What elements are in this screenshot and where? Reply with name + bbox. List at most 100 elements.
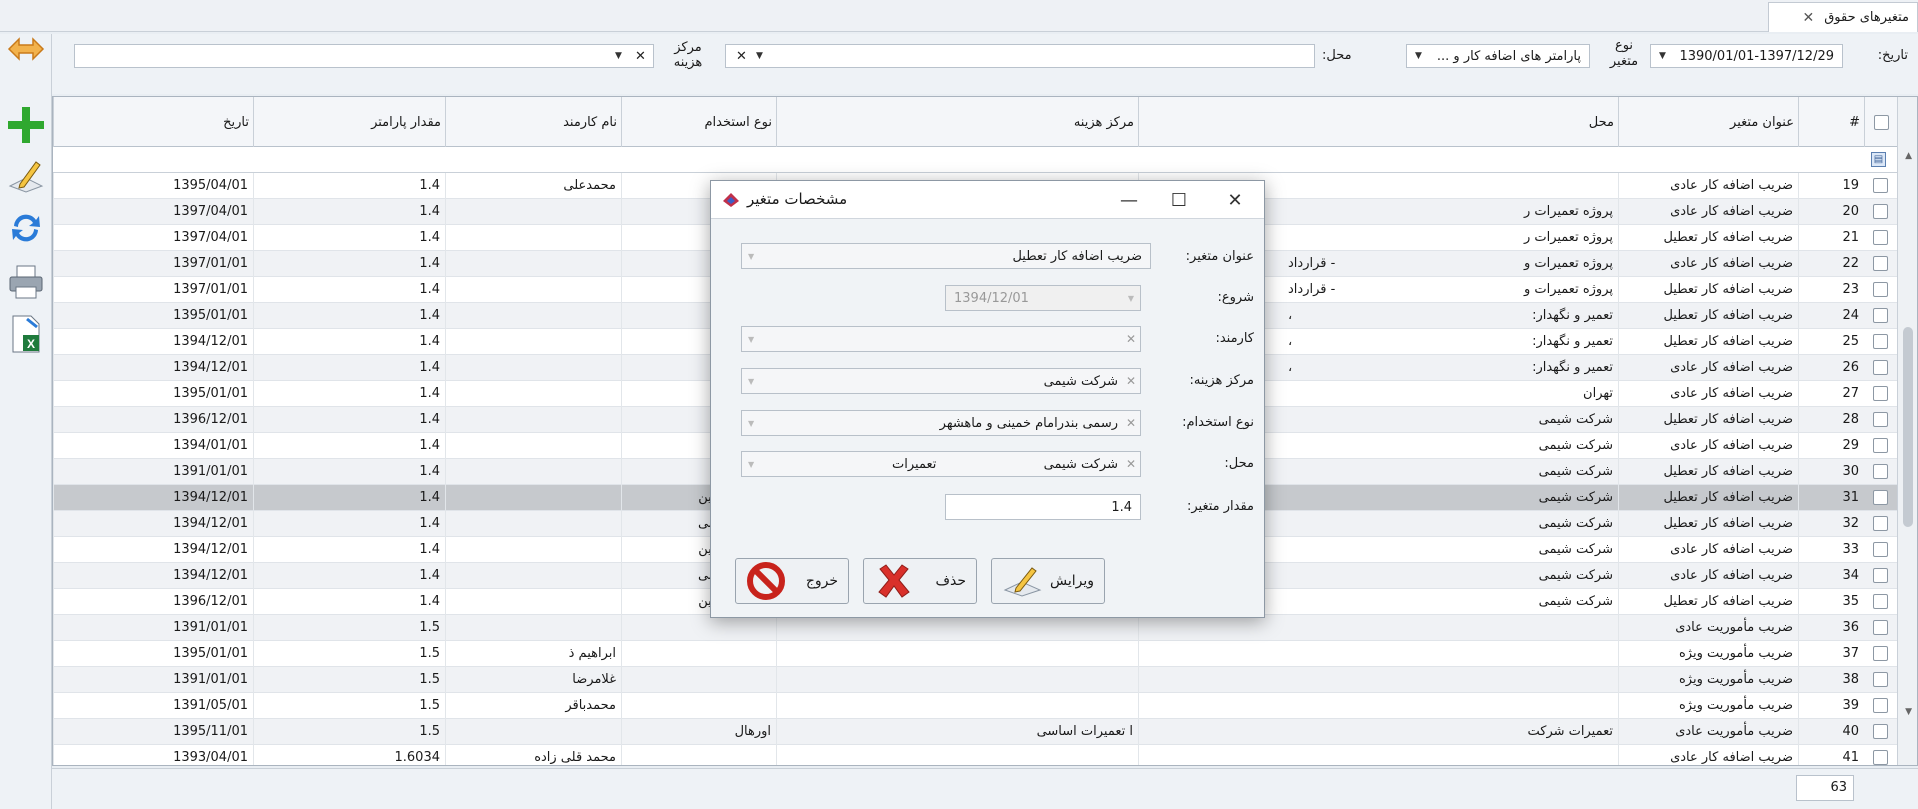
col-header-location[interactable]: محل — [1138, 97, 1618, 147]
cell-value: 1.4 — [253, 511, 445, 537]
row-checkbox[interactable] — [1873, 204, 1888, 219]
col-header-num[interactable]: # — [1798, 97, 1864, 147]
add-button[interactable] — [6, 105, 46, 145]
tab-close-icon[interactable]: ✕ — [1802, 10, 1814, 26]
vertical-scrollbar[interactable]: ▲ ▼ — [1897, 97, 1917, 765]
row-checkbox[interactable] — [1873, 698, 1888, 713]
edit-button[interactable] — [6, 156, 46, 196]
row-checkbox[interactable] — [1873, 594, 1888, 609]
cell-title: ضریب اضافه کار تعطیل — [1618, 277, 1798, 303]
maximize-icon[interactable]: ☐ — [1165, 187, 1193, 213]
cell-num: 24 — [1798, 303, 1864, 329]
table-row[interactable]: 1393/04/01 1.6034 محمد قلی زاده ضریب اضافه … — [53, 745, 1898, 765]
row-checkbox[interactable] — [1873, 672, 1888, 687]
minimize-icon[interactable]: — — [1115, 187, 1143, 213]
cell-date: 1394/01/01 — [53, 433, 253, 459]
cell-value: 1.4 — [253, 563, 445, 589]
tab-bar: ✕ متغیرهای حقوق — [0, 0, 1918, 32]
row-checkbox[interactable] — [1873, 230, 1888, 245]
cell-num: 40 — [1798, 719, 1864, 745]
refresh-button[interactable] — [6, 208, 46, 248]
variable-title-field[interactable]: ضریب اضافه کار تعطیل ▼ — [741, 243, 1151, 269]
select-all-checkbox[interactable] — [1874, 114, 1889, 130]
emp-type-field[interactable]: رسمی بندرامام خمینی و ماهشهر ▼ ✕ — [741, 410, 1141, 436]
start-date-field[interactable]: 1394/12/01 ▼ — [945, 285, 1141, 311]
table-row[interactable]: 1395/01/01 1.5 ابراهیم ذ ضریب مأموریت ویژه 3… — [53, 641, 1898, 667]
row-checkbox[interactable] — [1873, 724, 1888, 739]
clear-icon[interactable]: ✕ — [1126, 332, 1136, 346]
cell-location-extra: ، — [1288, 360, 1293, 375]
row-checkbox[interactable] — [1873, 490, 1888, 505]
swap-arrows-button[interactable] — [6, 29, 46, 69]
edit-dialog-button[interactable]: ویرایش — [991, 558, 1105, 604]
row-checkbox[interactable] — [1873, 646, 1888, 661]
scroll-thumb[interactable] — [1903, 327, 1913, 527]
table-row[interactable]: 1391/01/01 1.5 غلامرضا ضریب مأموریت ویژه 38 — [53, 667, 1898, 693]
clear-icon[interactable]: ✕ — [1126, 457, 1136, 471]
row-checkbox[interactable] — [1873, 620, 1888, 635]
edit-button-label: ویرایش — [1049, 573, 1094, 589]
cell-title: ضریب اضافه کار عادی — [1618, 355, 1798, 381]
chevron-down-icon: ▼ — [748, 418, 755, 428]
location-field[interactable]: شرکت شیمی تعمیرات ▼ ✕ — [741, 451, 1141, 477]
tab-payroll-variables[interactable]: ✕ متغیرهای حقوق — [1768, 2, 1918, 32]
row-checkbox[interactable] — [1873, 308, 1888, 323]
variable-title-value: ضریب اضافه کار تعطیل — [1012, 248, 1142, 264]
clear-icon[interactable]: ✕ — [736, 49, 747, 64]
row-checkbox[interactable] — [1873, 568, 1888, 583]
col-header-emp-type[interactable]: نوع استخدام — [621, 97, 776, 147]
date-range-select[interactable]: 1390/01/01-1397/12/29 ▼ — [1650, 44, 1843, 68]
record-count: 63 — [1796, 775, 1854, 801]
variable-value-input[interactable]: 1.4 — [945, 494, 1141, 520]
row-checkbox[interactable] — [1873, 256, 1888, 271]
table-row[interactable]: 1391/05/01 1.5 محمدباقر ضریب مأموریت ویژه 39 — [53, 693, 1898, 719]
start-date-value: 1394/12/01 — [954, 290, 1029, 306]
col-header-employee[interactable]: نام کارمند — [445, 97, 621, 147]
table-row[interactable]: 1395/11/01 1.5 اورهال ا تعمیرات اساسی تعمیرا… — [53, 719, 1898, 745]
row-checkbox[interactable] — [1873, 464, 1888, 479]
grid-filter-row[interactable]: ▤ — [53, 147, 1898, 173]
delete-button[interactable]: حذف — [863, 558, 977, 604]
var-type-select[interactable]: پارامتر های اضافه کار و ... ▼ — [1406, 44, 1590, 68]
cost-center-select[interactable]: ✕ ▼ — [74, 44, 654, 68]
dialog-label-cost-center: مرکز هزینه: — [1189, 373, 1254, 388]
clear-icon[interactable]: ✕ — [635, 49, 646, 64]
row-checkbox[interactable] — [1873, 750, 1888, 765]
scroll-up-icon[interactable]: ▲ — [1905, 151, 1912, 161]
print-button[interactable] — [6, 262, 46, 302]
col-header-value[interactable]: مقدار پارامتر — [253, 97, 445, 147]
employee-field[interactable]: ▼ ✕ — [741, 326, 1141, 352]
clear-icon[interactable]: ✕ — [1126, 416, 1136, 430]
clear-icon[interactable]: ✕ — [1126, 374, 1136, 388]
close-icon[interactable]: ✕ — [1221, 187, 1249, 213]
col-header-title[interactable]: عنوان متغیر — [1618, 97, 1798, 147]
filter-toggle-icon[interactable]: ▤ — [1871, 152, 1886, 167]
cell-date: 1395/01/01 — [53, 303, 253, 329]
cell-employee: محمدباقر — [445, 693, 621, 719]
cell-title: ضریب مأموریت عادی — [1618, 719, 1798, 745]
cost-center-field[interactable]: شرکت شیمی ▼ ✕ — [741, 368, 1141, 394]
cell-emp-type — [621, 745, 776, 765]
cell-employee — [445, 719, 621, 745]
col-header-date[interactable]: تاریخ — [53, 97, 253, 147]
table-row[interactable]: 1391/01/01 1.5 ضریب مأموریت عادی 36 — [53, 615, 1898, 641]
location-select[interactable]: ✕ ▼ — [725, 44, 1315, 68]
row-checkbox[interactable] — [1873, 334, 1888, 349]
excel-export-button[interactable]: X — [6, 314, 46, 354]
exit-button[interactable]: خروج — [735, 558, 849, 604]
select-all-cell — [1864, 97, 1898, 147]
col-header-cost-center[interactable]: مرکز هزینه — [776, 97, 1138, 147]
cell-value: 1.4 — [253, 433, 445, 459]
var-type-value: پارامتر های اضافه کار و ... — [1436, 48, 1581, 64]
row-checkbox[interactable] — [1873, 438, 1888, 453]
row-checkbox[interactable] — [1873, 542, 1888, 557]
row-checkbox[interactable] — [1873, 412, 1888, 427]
scroll-down-icon[interactable]: ▼ — [1905, 707, 1912, 717]
row-checkbox[interactable] — [1873, 516, 1888, 531]
row-checkbox[interactable] — [1873, 360, 1888, 375]
cell-cost — [776, 693, 1138, 719]
row-checkbox[interactable] — [1873, 178, 1888, 193]
row-checkbox[interactable] — [1873, 386, 1888, 401]
cell-location — [1138, 745, 1618, 765]
row-checkbox[interactable] — [1873, 282, 1888, 297]
